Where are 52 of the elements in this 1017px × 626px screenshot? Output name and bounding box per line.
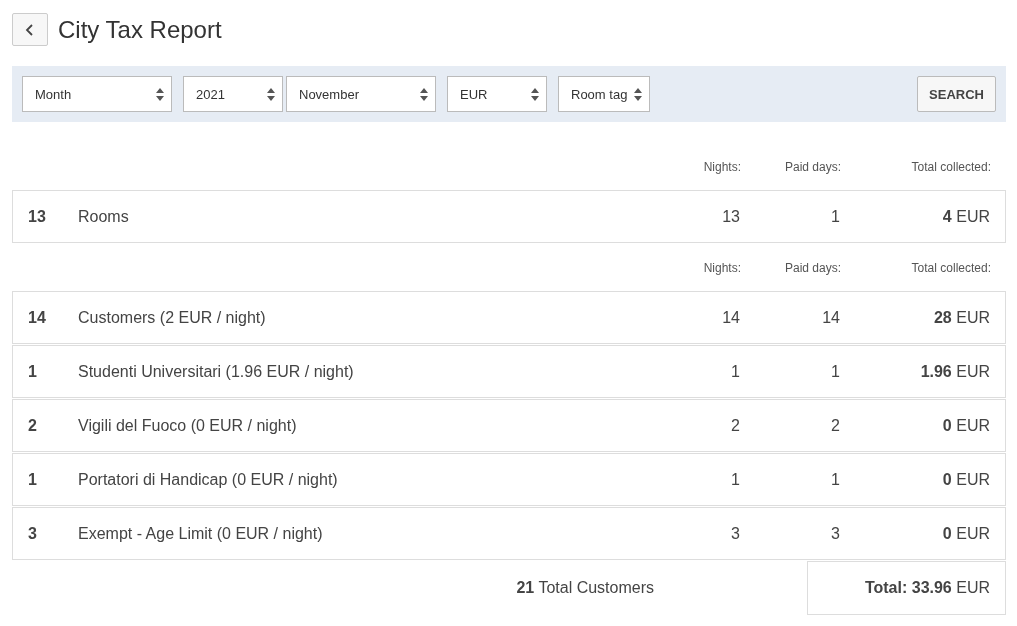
search-button[interactable]: SEARCH (917, 76, 996, 112)
column-header: Total collected: (910, 159, 991, 174)
dropdown[interactable]: November (286, 76, 436, 112)
paid-days-value: 14 (821, 308, 840, 327)
nights-value: 2 (730, 416, 740, 435)
count-text: 13 (28, 207, 47, 226)
back-button[interactable] (12, 13, 48, 46)
page-title: City Tax Report (58, 15, 222, 44)
column-header: Nights: (702, 260, 741, 275)
sort-arrows-icon (531, 87, 539, 101)
total-value: 0 EUR (941, 524, 990, 543)
total-value: 0 EUR (941, 470, 990, 489)
nights-value: 3 (730, 524, 740, 543)
count-text: 14 (28, 308, 47, 327)
dropdown[interactable]: EUR (447, 76, 547, 112)
row-label: Studenti Universitari (1.96 EUR / night) (78, 362, 355, 381)
total-value: 1.96 EUR (919, 362, 990, 381)
count-text: 3 (28, 524, 38, 543)
column-header: Total collected: (910, 260, 991, 275)
count-text: 1 (28, 470, 38, 489)
row-label: Rooms (78, 207, 130, 226)
sort-arrows-icon (156, 87, 164, 101)
dropdown[interactable]: 2021 (183, 76, 283, 112)
paid-days-value: 3 (830, 524, 840, 543)
paid-days-value: 2 (830, 416, 840, 435)
dropdown[interactable]: Month (22, 76, 172, 112)
total-value: 4 EUR (941, 207, 990, 226)
sort-arrows-icon (634, 87, 642, 101)
total-value: 0 EUR (941, 416, 990, 435)
paid-days-value: 1 (830, 362, 840, 381)
sort-arrows-icon (267, 87, 275, 101)
column-header: Paid days: (783, 159, 841, 174)
chevron-left-icon (25, 23, 35, 36)
nights-value: 14 (721, 308, 740, 327)
nights-value: 1 (730, 470, 740, 489)
row-label: Exempt - Age Limit (0 EUR / night) (78, 524, 324, 543)
paid-days-value: 1 (830, 207, 840, 226)
row-label: Vigili del Fuoco (0 EUR / night) (78, 416, 298, 435)
dropdown[interactable]: Room tag (558, 76, 650, 112)
count-text: 2 (28, 416, 38, 435)
sort-arrows-icon (420, 87, 428, 101)
count-text: 1 (28, 362, 38, 381)
column-header: Paid days: (783, 260, 841, 275)
total-value: 28 EUR (932, 308, 990, 327)
row-label: Portatori di Handicap (0 EUR / night) (78, 470, 339, 489)
nights-value: 1 (730, 362, 740, 381)
total-customers-text: 21 Total Customers (515, 578, 654, 597)
nights-value: 13 (721, 207, 740, 226)
paid-days-value: 1 (830, 470, 840, 489)
grand-total-text: Total: 33.96 EUR (864, 578, 990, 597)
column-header: Nights: (702, 159, 741, 174)
row-label: Customers (2 EUR / night) (78, 308, 267, 327)
